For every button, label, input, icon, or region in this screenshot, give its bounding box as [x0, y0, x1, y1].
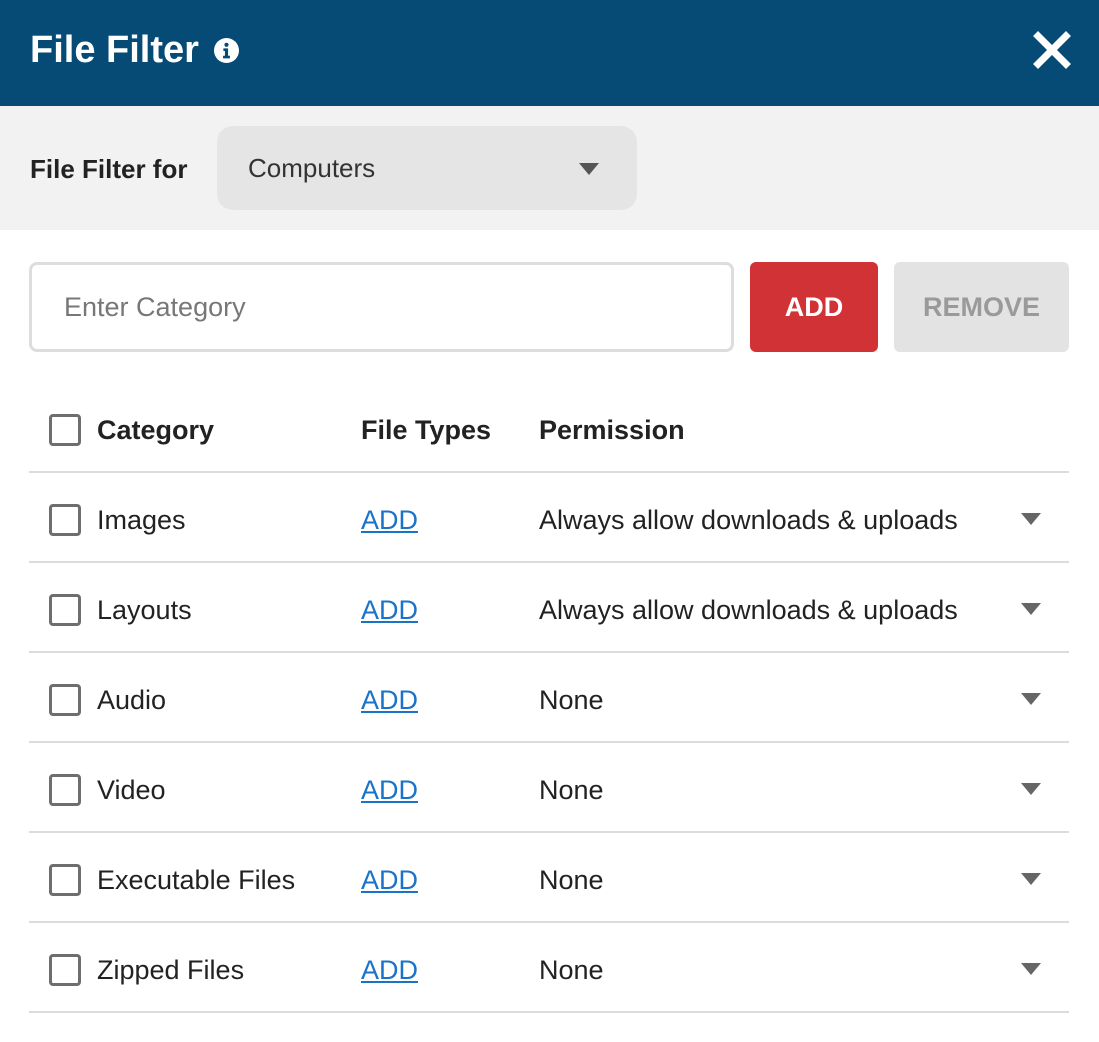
caret-down-icon[interactable] — [1021, 513, 1041, 525]
select-all-checkbox[interactable] — [49, 414, 81, 446]
filter-for-label: File Filter for — [30, 154, 188, 184]
row-checkbox[interactable] — [49, 504, 81, 536]
header-file-types: File Types — [361, 415, 492, 445]
caret-down-icon — [579, 163, 599, 175]
permission-value[interactable]: None — [539, 864, 604, 896]
table-row: Layouts ADD Always allow downloads & upl… — [29, 563, 1069, 653]
permission-value[interactable]: Always allow downloads & uploads — [539, 594, 958, 626]
add-file-types-link[interactable]: ADD — [361, 684, 418, 716]
add-file-types-link[interactable]: ADD — [361, 594, 418, 626]
row-checkbox[interactable] — [49, 594, 81, 626]
enter-category-input[interactable] — [29, 262, 734, 352]
caret-down-icon[interactable] — [1021, 603, 1041, 615]
header-permission: Permission — [539, 415, 685, 445]
category-table: Category File Types Permission Images AD… — [29, 383, 1069, 1013]
row-checkbox[interactable] — [49, 954, 81, 986]
table-row: Zipped Files ADD None — [29, 923, 1069, 1013]
dialog-header: File Filter — [0, 0, 1099, 106]
add-file-types-link[interactable]: ADD — [361, 774, 418, 806]
permission-value[interactable]: None — [539, 774, 604, 806]
caret-down-icon[interactable] — [1021, 783, 1041, 795]
row-checkbox[interactable] — [49, 684, 81, 716]
permission-value[interactable]: Always allow downloads & uploads — [539, 504, 958, 536]
info-icon[interactable] — [214, 38, 239, 63]
table-row: Video ADD None — [29, 743, 1069, 833]
add-file-types-link[interactable]: ADD — [361, 954, 418, 986]
filter-for-select[interactable]: Computers — [217, 126, 637, 210]
caret-down-icon[interactable] — [1021, 963, 1041, 975]
remove-category-button[interactable]: REMOVE — [894, 262, 1069, 352]
add-file-types-link[interactable]: ADD — [361, 504, 418, 536]
category-name: Audio — [97, 685, 167, 715]
dialog-title: File Filter — [30, 29, 199, 71]
add-file-types-link[interactable]: ADD — [361, 864, 418, 896]
row-checkbox[interactable] — [49, 864, 81, 896]
filter-for-selected-value: Computers — [248, 153, 376, 183]
caret-down-icon[interactable] — [1021, 873, 1041, 885]
table-row: Images ADD Always allow downloads & uplo… — [29, 473, 1069, 563]
category-name: Images — [97, 505, 186, 535]
close-icon[interactable] — [1033, 31, 1071, 69]
caret-down-icon[interactable] — [1021, 693, 1041, 705]
table-row: Audio ADD None — [29, 653, 1069, 743]
permission-value[interactable]: None — [539, 954, 604, 986]
category-name: Video — [97, 775, 166, 805]
filter-for-bar: File Filter for Computers — [0, 106, 1099, 230]
category-name: Zipped Files — [97, 955, 245, 985]
table-row: Executable Files ADD None — [29, 833, 1069, 923]
add-category-button[interactable]: ADD — [750, 262, 878, 352]
row-checkbox[interactable] — [49, 774, 81, 806]
permission-value[interactable]: None — [539, 684, 604, 716]
header-category: Category — [97, 415, 215, 445]
category-name: Executable Files — [97, 865, 296, 895]
table-header-row: Category File Types Permission — [29, 383, 1069, 473]
category-name: Layouts — [97, 595, 192, 625]
